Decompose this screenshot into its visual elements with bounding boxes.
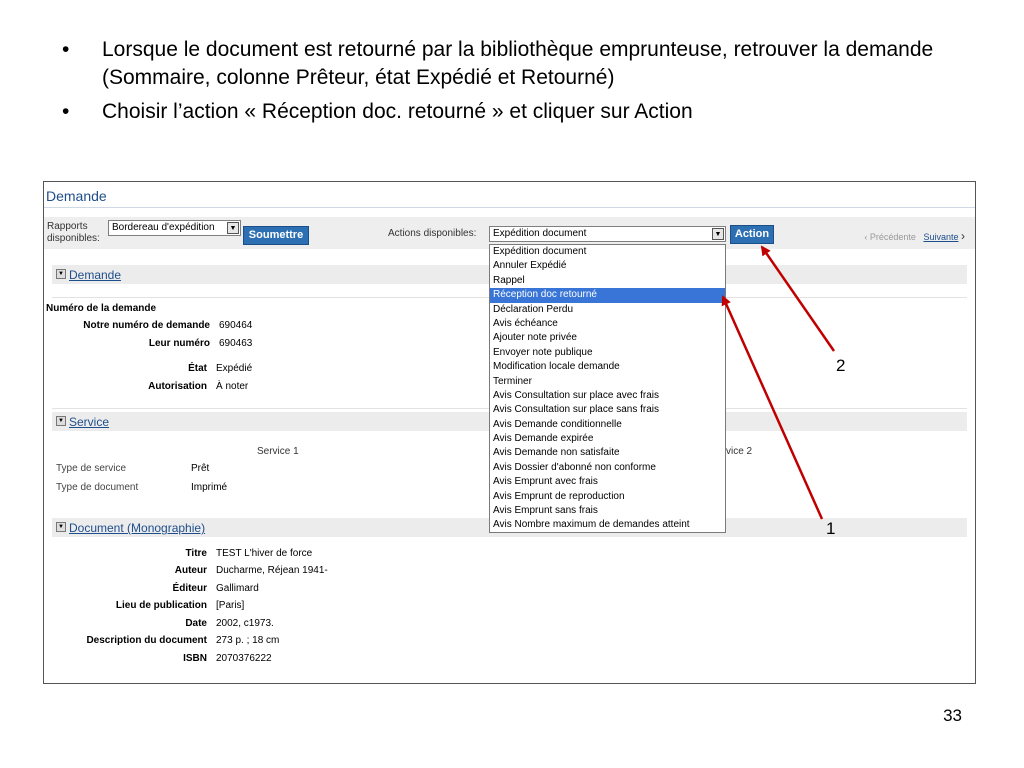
- bullet-symbol: •: [62, 100, 70, 123]
- field-value: 2002, c1973.: [216, 618, 274, 629]
- dropdown-option[interactable]: Avis Emprunt de reproduction: [490, 490, 725, 504]
- field-label: Éditeur: [172, 583, 207, 594]
- dropdown-option[interactable]: Avis échéance: [490, 317, 725, 331]
- service-label: Type de document: [56, 482, 139, 493]
- service-label: Type de service: [56, 463, 127, 474]
- service-value: Imprimé: [191, 482, 228, 493]
- service-value: Prêt: [191, 463, 210, 474]
- annotation-label-1: 1: [826, 519, 836, 538]
- field-value: 273 p. ; 18 cm: [216, 635, 280, 646]
- field-value: TEST L'hiver de force: [216, 548, 313, 559]
- dropdown-option[interactable]: Modification locale demande: [490, 360, 725, 374]
- bullet-item: • Lorsque le document est retourné par l…: [62, 36, 982, 92]
- dropdown-option[interactable]: Avis Consultation sur place avec frais: [490, 389, 725, 403]
- dropdown-option[interactable]: Annuler Expédié: [490, 259, 725, 273]
- field-label: Titre: [185, 548, 208, 559]
- dropdown-option[interactable]: Avis Nombre maximum de demandes atteint: [490, 518, 725, 532]
- dropdown-option[interactable]: Rappel: [490, 274, 725, 288]
- field-value: À noter: [216, 381, 249, 392]
- dropdown-option[interactable]: Avis Demande conditionnelle: [490, 418, 725, 432]
- dropdown-option[interactable]: Avis Emprunt sans frais: [490, 504, 725, 518]
- dropdown-option[interactable]: Déclaration Perdu: [490, 303, 725, 317]
- reports-label: Rapports disponibles:: [47, 221, 100, 244]
- dropdown-option[interactable]: Avis Emprunt avec frais: [490, 475, 725, 489]
- actions-dropdown-list: Expédition document Annuler Expédié Rappel…: [489, 244, 726, 533]
- field-label: Autorisation: [148, 381, 207, 392]
- page-title: Demande: [46, 188, 107, 204]
- field-label: Leur numéro: [148, 338, 210, 349]
- collapse-icon[interactable]: ▼: [56, 416, 66, 426]
- bullet-text: Choisir l’action « Réception doc. retour…: [102, 100, 693, 123]
- field-value: 2070376222: [216, 653, 272, 664]
- field-value: 690464: [219, 320, 253, 331]
- next-link[interactable]: Suivante: [923, 232, 958, 242]
- demande-subheading: Numéro de la demande: [46, 303, 157, 314]
- field-value: [Paris]: [216, 600, 245, 611]
- section-service-link[interactable]: Service: [69, 415, 109, 429]
- dropdown-option[interactable]: Réception doc retourné: [490, 288, 725, 303]
- actions-label: Actions disponibles:: [388, 228, 477, 239]
- field-label: Description du document: [86, 635, 207, 646]
- prev-chevron-icon[interactable]: ‹: [864, 232, 867, 242]
- dropdown-option[interactable]: Terminer: [490, 375, 725, 389]
- field-label: Notre numéro de demande: [83, 320, 210, 331]
- actions-select-value: Expédition document: [493, 228, 587, 239]
- reports-select[interactable]: Bordereau d'expédition ▼: [108, 220, 241, 236]
- dropdown-option[interactable]: Avis Demande expirée: [490, 432, 725, 446]
- service-col1-header: Service 1: [257, 446, 299, 457]
- chevron-down-icon[interactable]: ▼: [712, 228, 724, 240]
- section-demande-link[interactable]: Demande: [69, 268, 121, 282]
- pager: ‹ Précédente Suivante ›: [864, 229, 965, 243]
- prev-link[interactable]: Précédente: [870, 232, 916, 242]
- bullet-symbol: •: [62, 38, 70, 61]
- embedded-screenshot: Demande Rapports disponibles: Bordereau …: [43, 181, 976, 684]
- actions-select[interactable]: Expédition document ▼: [489, 226, 726, 242]
- dropdown-option[interactable]: Avis Demande non satisfaite: [490, 446, 725, 460]
- chevron-down-icon[interactable]: ▼: [227, 222, 239, 234]
- title-divider: [44, 207, 975, 208]
- dropdown-option[interactable]: Expédition document: [490, 245, 725, 259]
- action-button[interactable]: Action: [730, 225, 774, 244]
- slide-number: 33: [943, 706, 962, 725]
- section-document-link[interactable]: Document (Monographie): [69, 521, 205, 535]
- reports-select-value: Bordereau d'expédition: [112, 222, 215, 233]
- dropdown-option[interactable]: Avis Consultation sur place sans frais: [490, 403, 725, 417]
- submit-button[interactable]: Soumettre: [243, 226, 309, 245]
- field-label: Auteur: [174, 565, 207, 576]
- field-label: Date: [185, 618, 207, 629]
- collapse-icon[interactable]: ▼: [56, 522, 66, 532]
- bullet-item: • Choisir l’action « Réception doc. reto…: [62, 98, 982, 126]
- field-label: ISBN: [183, 653, 207, 664]
- bullet-list: • Lorsque le document est retourné par l…: [62, 36, 982, 132]
- service-col2-header: vice 2: [726, 446, 753, 457]
- field-value: Ducharme, Réjean 1941-: [216, 565, 328, 576]
- dropdown-option[interactable]: Envoyer note publique: [490, 346, 725, 360]
- annotation-label-2: 2: [836, 356, 846, 375]
- field-label: Lieu de publication: [115, 600, 207, 611]
- dropdown-option[interactable]: Avis Dossier d'abonné non conforme: [490, 461, 725, 475]
- dropdown-option[interactable]: Ajouter note privée: [490, 331, 725, 345]
- status-value: Expédié: [216, 363, 253, 374]
- collapse-icon[interactable]: ▼: [56, 269, 66, 279]
- bullet-text: Lorsque le document est retourné par la …: [102, 38, 934, 89]
- field-label: État: [188, 363, 207, 374]
- field-value: Gallimard: [216, 583, 259, 594]
- next-chevron-icon[interactable]: ›: [961, 229, 965, 243]
- field-value: 690463: [219, 338, 253, 349]
